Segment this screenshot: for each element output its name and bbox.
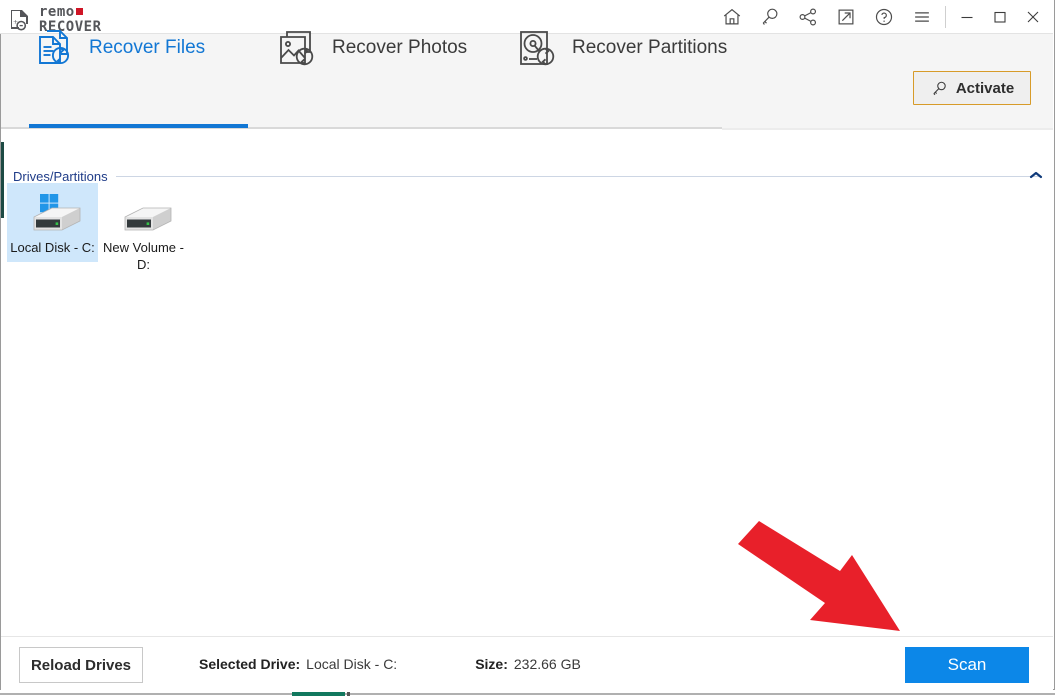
- hamburger-menu-icon[interactable]: [903, 1, 941, 32]
- tab-recover-files-label: Recover Files: [89, 36, 206, 58]
- reload-drives-button[interactable]: Reload Drives: [19, 647, 143, 683]
- application-window: remo RECOVER Recover Files Recover Photo…: [0, 0, 1055, 698]
- tab-recover-photos[interactable]: Recover Photos: [272, 0, 471, 95]
- drives-group-rule: [115, 176, 1042, 177]
- hard-drive-icon: [33, 194, 80, 231]
- recover-partitions-icon: [520, 30, 555, 65]
- activate-button[interactable]: Activate: [913, 71, 1031, 105]
- drive-item-label: New Volume - D:: [103, 240, 184, 272]
- help-icon[interactable]: [865, 1, 903, 32]
- tab-active-indicator: [29, 124, 248, 128]
- footer-bar: Reload Drives Selected Drive: Local Disk…: [1, 636, 1053, 690]
- selected-drive-value: Local Disk - C:: [306, 656, 398, 672]
- upgrade-arrow-icon[interactable]: [827, 1, 865, 32]
- left-edge-accent: [1, 142, 4, 218]
- close-button[interactable]: [1016, 1, 1049, 32]
- recover-photos-icon: [280, 30, 314, 65]
- key-icon[interactable]: [751, 1, 789, 32]
- drive-icon-wrap: [108, 191, 180, 235]
- footer-status-info: Selected Drive: Local Disk - C: Size: 23…: [199, 656, 581, 672]
- scan-button[interactable]: Scan: [905, 647, 1029, 683]
- recover-files-icon: [39, 29, 70, 64]
- tab-recover-partitions-label: Recover Partitions: [572, 36, 728, 58]
- minimize-button[interactable]: [950, 1, 983, 32]
- drive-list: Local Disk - C: New Volume - D:: [7, 183, 189, 279]
- drive-item-new-volume-d[interactable]: New Volume - D:: [98, 183, 189, 279]
- drive-item-local-disk-c[interactable]: Local Disk - C:: [7, 183, 98, 262]
- size-key: Size:: [475, 656, 508, 672]
- tab-recover-partitions[interactable]: Recover Partitions: [512, 0, 731, 95]
- drives-group-title: Drives/Partitions: [13, 169, 108, 184]
- chevron-up-icon[interactable]: [1027, 166, 1045, 184]
- desktop-taskbar-tick: [347, 692, 350, 696]
- drive-icon-wrap: [17, 191, 89, 235]
- share-icon[interactable]: [789, 1, 827, 32]
- tab-recover-photos-label: Recover Photos: [332, 36, 468, 58]
- maximize-button[interactable]: [983, 1, 1016, 32]
- tab-recover-files[interactable]: Recover Files: [29, 0, 209, 95]
- key-icon: [933, 81, 946, 95]
- desktop-divider-line: [0, 693, 1055, 695]
- desktop-taskbar-accent: [292, 692, 345, 696]
- size-value: 232.66 GB: [513, 656, 581, 672]
- selected-drive-key: Selected Drive:: [199, 656, 301, 672]
- hard-drive-icon: [124, 207, 171, 231]
- titlebar-icon-group: [713, 0, 1049, 33]
- drives-group-header: Drives/Partitions: [13, 169, 1042, 184]
- activate-button-label: Activate: [955, 79, 1015, 97]
- main-content: Drives/Partitions Local Disk - C: New Vo…: [1, 130, 1053, 635]
- drive-item-label: Local Disk - C:: [10, 240, 95, 255]
- titlebar-divider: [945, 5, 946, 28]
